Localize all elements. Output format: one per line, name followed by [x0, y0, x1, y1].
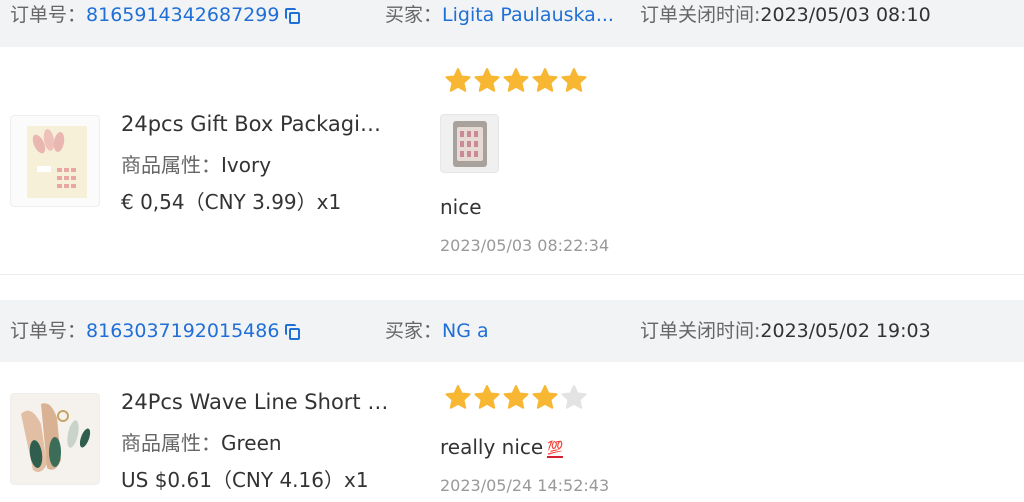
rating-stars: [445, 68, 590, 92]
star-empty-icon: [561, 385, 587, 409]
review-time: 2023/05/24 14:52:43: [440, 476, 610, 495]
order-header: 订单号：8163037192015486 买家：NG a 订单关闭时间:2023…: [0, 300, 1024, 362]
star-filled-icon: [561, 68, 587, 92]
order-label: 订单号：: [10, 320, 87, 342]
order-label: 订单号：: [10, 4, 87, 26]
review-text: nice: [440, 195, 482, 219]
order-number-field: 订单号：8165914342687299: [10, 0, 301, 30]
nail-product-image: [11, 394, 99, 484]
attribute-label: 商品属性：: [121, 431, 221, 455]
nail-product-image: [27, 126, 87, 198]
buyer-name-link[interactable]: Ligita Paulauska...: [442, 4, 614, 26]
order-number-field: 订单号：8163037192015486: [10, 316, 301, 346]
copy-icon[interactable]: [285, 8, 301, 24]
hundred-points-icon: 💯: [547, 441, 564, 458]
product-price: € 0,54（CNY 3.99）x1: [121, 190, 342, 214]
close-time-value: 2023/05/03 08:10: [760, 4, 931, 26]
close-time-label: 订单关闭时间:: [640, 4, 761, 26]
star-filled-icon: [532, 385, 558, 409]
order-number-link[interactable]: 8163037192015486: [86, 320, 279, 342]
star-filled-icon: [503, 68, 529, 92]
star-filled-icon: [445, 385, 471, 409]
review-photo[interactable]: [440, 114, 499, 173]
close-time-label: 订单关闭时间:: [640, 320, 761, 342]
buyer-field: 买家：Ligita Paulauska...: [385, 0, 614, 30]
review-text-body: really nice: [440, 435, 544, 459]
copy-icon[interactable]: [285, 324, 301, 340]
close-time-field: 订单关闭时间:2023/05/03 08:10: [640, 0, 931, 30]
star-filled-icon: [474, 385, 500, 409]
buyer-label: 买家：: [385, 320, 443, 342]
rating-stars: [445, 385, 590, 409]
buyer-name-link[interactable]: NG a: [442, 320, 489, 342]
product-thumbnail[interactable]: [10, 115, 100, 207]
star-filled-icon: [445, 68, 471, 92]
attribute-value: Ivory: [221, 153, 272, 177]
product-attribute: 商品属性：Green: [121, 427, 282, 456]
order-header: 订单号：8165914342687299 买家：Ligita Paulauska…: [0, 0, 1024, 47]
review-time: 2023/05/03 08:22:34: [440, 236, 610, 255]
divider: [0, 274, 1024, 275]
product-attribute: 商品属性：Ivory: [121, 149, 271, 178]
star-filled-icon: [532, 68, 558, 92]
product-price: US $0.61（CNY 4.16）x1: [121, 468, 369, 492]
order-number-link[interactable]: 8165914342687299: [86, 4, 279, 26]
close-time-field: 订单关闭时间:2023/05/02 19:03: [640, 316, 931, 346]
attribute-label: 商品属性：: [121, 153, 221, 177]
review-image-thumbnail: [453, 121, 487, 167]
close-time-value: 2023/05/02 19:03: [760, 320, 931, 342]
review-text: really nice 💯: [440, 435, 564, 459]
product-title[interactable]: 24pcs Gift Box Packaging ...: [121, 112, 391, 136]
product-thumbnail[interactable]: [10, 393, 100, 485]
star-filled-icon: [474, 68, 500, 92]
buyer-field: 买家：NG a: [385, 316, 489, 346]
product-title[interactable]: 24Pcs Wave Line Short Ba...: [121, 390, 391, 414]
star-filled-icon: [503, 385, 529, 409]
buyer-label: 买家：: [385, 4, 443, 26]
attribute-value: Green: [221, 431, 282, 455]
